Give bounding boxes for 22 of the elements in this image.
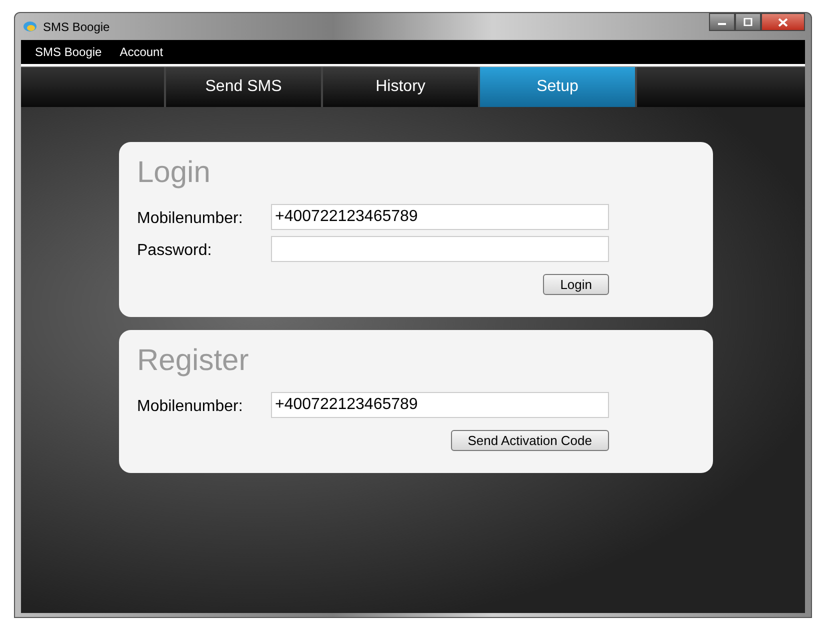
- window-title: SMS Boogie: [43, 20, 110, 34]
- field-label: Password:: [137, 241, 213, 260]
- tab[interactable]: Setup: [480, 67, 637, 107]
- section-title: Register: [137, 344, 250, 378]
- menu-item[interactable]: SMS Boogie: [35, 45, 102, 59]
- tab[interactable]: History: [323, 67, 480, 107]
- input-field[interactable]: +400722123465789: [271, 392, 609, 418]
- maximize-icon: [743, 18, 753, 26]
- field-label: Mobilenumber:: [137, 397, 244, 416]
- section-title: Login: [137, 156, 212, 190]
- maximize-button[interactable]: [735, 13, 761, 31]
- input-field[interactable]: [271, 236, 609, 262]
- tab[interactable]: Send SMS: [166, 67, 323, 107]
- close-icon: [778, 18, 788, 26]
- minimize-button[interactable]: [709, 13, 735, 31]
- menu-item[interactable]: Account: [120, 45, 164, 59]
- input-field[interactable]: +400722123465789: [271, 204, 609, 230]
- field-label: Mobilenumber:: [137, 209, 244, 228]
- chat-bubble-icon: [23, 20, 37, 32]
- form-button[interactable]: Send Activation Code: [450, 430, 609, 451]
- close-button[interactable]: [761, 13, 805, 31]
- form-button[interactable]: Login: [543, 274, 609, 295]
